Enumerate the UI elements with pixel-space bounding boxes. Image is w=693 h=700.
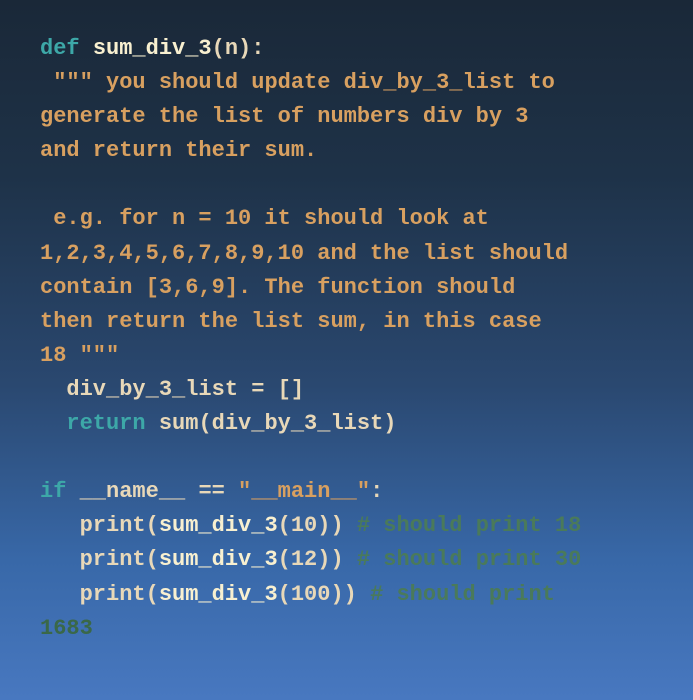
arg-num: (12 [278,547,318,572]
func-call: sum_div_3 [159,513,278,538]
dunder-name: __name__ [66,479,198,504]
paren-close: )) [317,547,343,572]
call-args: (div_by_3_list) [198,411,396,436]
docstring-line: then return the list sum, in this case [40,309,542,334]
comment-continuation: 1683 [40,616,93,641]
docstring-line: and return their sum. [40,138,317,163]
assignment: div_by_3_list = [] [40,377,304,402]
func-call: sum_div_3 [159,547,278,572]
call-print: print [40,582,146,607]
docstring-open: """ [40,70,106,95]
func-name: sum_div_3 [93,36,212,61]
colon: : [370,479,383,504]
paren-close: )) [317,513,343,538]
space [344,513,357,538]
keyword-def: def [40,36,80,61]
string-main: "__main__" [225,479,370,504]
code-block: def sum_div_3(n): """ you should update … [40,32,653,646]
comment: # should print 18 [357,513,581,538]
sig: (n): [212,36,265,61]
docstring-close: 18 """ [40,343,119,368]
docstring-line: contain [3,6,9]. The function should [40,275,515,300]
comment: # should print 30 [357,547,581,572]
comment: # should print [370,582,555,607]
paren-open: ( [146,513,159,538]
call-print: print [40,547,146,572]
op-eq: == [198,479,224,504]
docstring-line: you should update div_by_3_list to [106,70,555,95]
docstring-line: 1,2,3,4,5,6,7,8,9,10 and the list should [40,241,568,266]
docstring-line: e.g. for n = 10 it should look at [40,206,489,231]
keyword-if: if [40,479,66,504]
space [357,582,370,607]
arg-num: (100 [278,582,331,607]
paren-open: ( [146,547,159,572]
docstring-line: generate the list of numbers div by 3 [40,104,528,129]
func-call: sum_div_3 [159,582,278,607]
call-sum: sum [146,411,199,436]
paren-open: ( [146,582,159,607]
keyword-return: return [66,411,145,436]
call-print: print [40,513,146,538]
space [344,547,357,572]
paren-close: )) [330,582,356,607]
arg-num: (10 [278,513,318,538]
